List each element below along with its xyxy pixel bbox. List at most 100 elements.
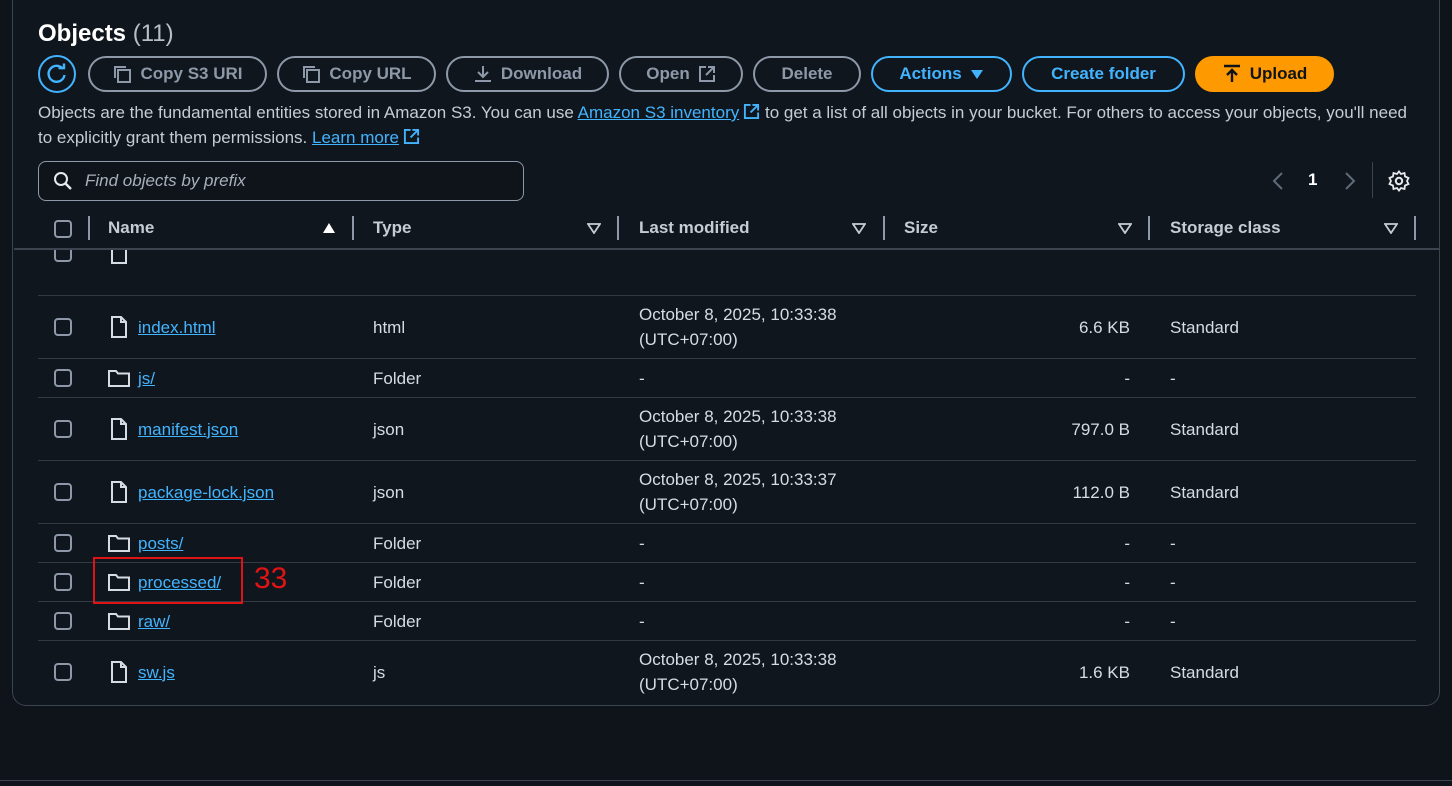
object-count: (11) (132, 20, 174, 47)
copy-url-button[interactable]: Copy URL (277, 56, 436, 92)
column-header-last-modified[interactable]: Last modified (639, 218, 750, 238)
page-number[interactable]: 1 (1308, 170, 1317, 190)
object-name-link[interactable]: index.html (138, 315, 215, 340)
last-modified-date: October 8, 2025, 10:33:38 (639, 407, 837, 426)
row-checkbox[interactable] (54, 420, 72, 438)
folder-icon (108, 369, 130, 392)
row-checkbox[interactable] (54, 612, 72, 630)
last-modified-date: October 8, 2025, 10:33:37 (639, 470, 837, 489)
table-row[interactable]: feed.xmlxmlOctober 8, 2025, 10:33:37(UTC… (38, 250, 1416, 296)
column-header-size[interactable]: Size (904, 218, 938, 238)
table-header: Name Type Last modified Size Storage cla… (14, 210, 1440, 250)
table-row[interactable]: index.html html October 8, 2025, 10:33:38 (… (38, 296, 1416, 359)
last-modified-tz: (UTC+07:00) (639, 675, 738, 694)
table-row[interactable]: package-lock.json json October 8, 2025, 10… (38, 461, 1416, 524)
table-row[interactable]: manifest.json json October 8, 2025, 10:33:… (38, 398, 1416, 461)
table-row[interactable]: processed/Folder - - - (38, 563, 1416, 602)
object-name-link[interactable]: posts/ (138, 531, 183, 556)
table-row[interactable]: sw.js js October 8, 2025, 10:33:38 (UTC+07:… (38, 641, 1416, 700)
row-checkbox[interactable] (54, 534, 72, 552)
storage-class: - (1170, 533, 1176, 553)
last-modified-date: - (639, 533, 645, 553)
object-name-link[interactable]: manifest.json (138, 417, 238, 442)
refresh-button[interactable] (38, 55, 76, 93)
sort-icon[interactable] (852, 222, 866, 234)
last-modified-date: - (639, 572, 645, 592)
s3-inventory-link[interactable]: Amazon S3 inventory (578, 103, 761, 122)
object-type: json (373, 419, 405, 439)
delete-button[interactable]: Delete (753, 56, 861, 92)
row-checkbox[interactable] (54, 483, 72, 501)
sort-icon[interactable] (587, 222, 601, 234)
column-header-storage-class[interactable]: Storage class (1170, 218, 1281, 238)
object-type: Folder (373, 611, 422, 631)
object-type: Folder (373, 368, 422, 388)
last-modified-date: - (639, 368, 645, 388)
upload-icon (1223, 64, 1240, 82)
table-row[interactable]: raw/Folder - - - (38, 602, 1416, 641)
annotation-label: 33 (254, 562, 288, 595)
sort-ascending-icon[interactable] (322, 222, 336, 234)
column-divider (1148, 216, 1150, 240)
object-type: Folder (373, 572, 422, 592)
annotation-box (93, 557, 243, 604)
learn-more-link[interactable]: Learn more (312, 128, 420, 147)
column-header-name[interactable]: Name (108, 218, 154, 238)
chevron-left-icon[interactable] (1272, 172, 1284, 190)
open-button[interactable]: Open (619, 56, 743, 92)
column-divider (1414, 216, 1416, 240)
actions-dropdown[interactable]: Actions (871, 56, 1012, 92)
storage-class: Standard (1170, 482, 1239, 502)
table-row[interactable]: js/Folder - - - (38, 359, 1416, 398)
row-checkbox[interactable] (54, 318, 72, 336)
last-modified-date: - (639, 611, 645, 631)
settings-gear-icon[interactable] (1388, 170, 1410, 192)
column-header-type[interactable]: Type (373, 218, 411, 238)
search-input[interactable] (83, 170, 507, 192)
copy-icon (303, 66, 321, 83)
last-modified-tz: (UTC+07:00) (639, 495, 738, 514)
external-link-icon (698, 66, 715, 82)
row-checkbox[interactable] (54, 250, 72, 262)
storage-class: Standard (1170, 662, 1239, 682)
search-box (38, 161, 524, 201)
file-icon (110, 481, 128, 508)
object-size: - (1124, 611, 1130, 631)
file-icon (110, 418, 128, 445)
object-type: html (373, 317, 406, 337)
chevron-right-icon[interactable] (1344, 172, 1356, 190)
object-type: json (373, 482, 405, 502)
search-icon (54, 172, 72, 190)
object-name-link[interactable]: package-lock.json (138, 480, 274, 505)
column-divider (88, 216, 90, 240)
row-checkbox[interactable] (54, 369, 72, 387)
sort-icon[interactable] (1118, 222, 1132, 234)
select-all-checkbox[interactable] (54, 220, 72, 238)
upload-button[interactable]: Upload (1195, 56, 1334, 92)
download-button[interactable]: Download (446, 56, 609, 92)
copy-s3-uri-button[interactable]: Copy S3 URI (88, 56, 267, 92)
sort-icon[interactable] (1384, 222, 1398, 234)
object-size: - (1124, 368, 1130, 388)
object-name-link[interactable]: raw/ (138, 609, 170, 634)
column-divider (352, 216, 354, 240)
row-checkbox[interactable] (54, 573, 72, 591)
column-divider (883, 216, 885, 240)
description: Objects are the fundamental entities sto… (38, 103, 1407, 147)
object-size: 1.6 KB (1078, 662, 1130, 682)
external-link-icon (744, 103, 760, 120)
last-modified-date: October 8, 2025, 10:33:38 (639, 650, 837, 669)
storage-class: Standard (1170, 317, 1239, 337)
object-name-link[interactable]: js/ (138, 366, 155, 391)
row-checkbox[interactable] (54, 663, 72, 681)
create-folder-button[interactable]: Create folder (1022, 56, 1185, 92)
table-row[interactable]: posts/Folder - - - (38, 524, 1416, 563)
object-size: 6.6 KB (1078, 317, 1130, 337)
object-size: 797.0 B (1071, 419, 1130, 439)
last-modified-tz: (UTC+07:00) (639, 432, 738, 451)
object-name-link[interactable]: sw.js (138, 660, 175, 685)
objects-table-body: feed.xmlxmlOctober 8, 2025, 10:33:37(UTC… (14, 250, 1416, 700)
folder-icon (108, 612, 130, 635)
object-type: Folder (373, 533, 422, 553)
file-icon (110, 661, 128, 688)
